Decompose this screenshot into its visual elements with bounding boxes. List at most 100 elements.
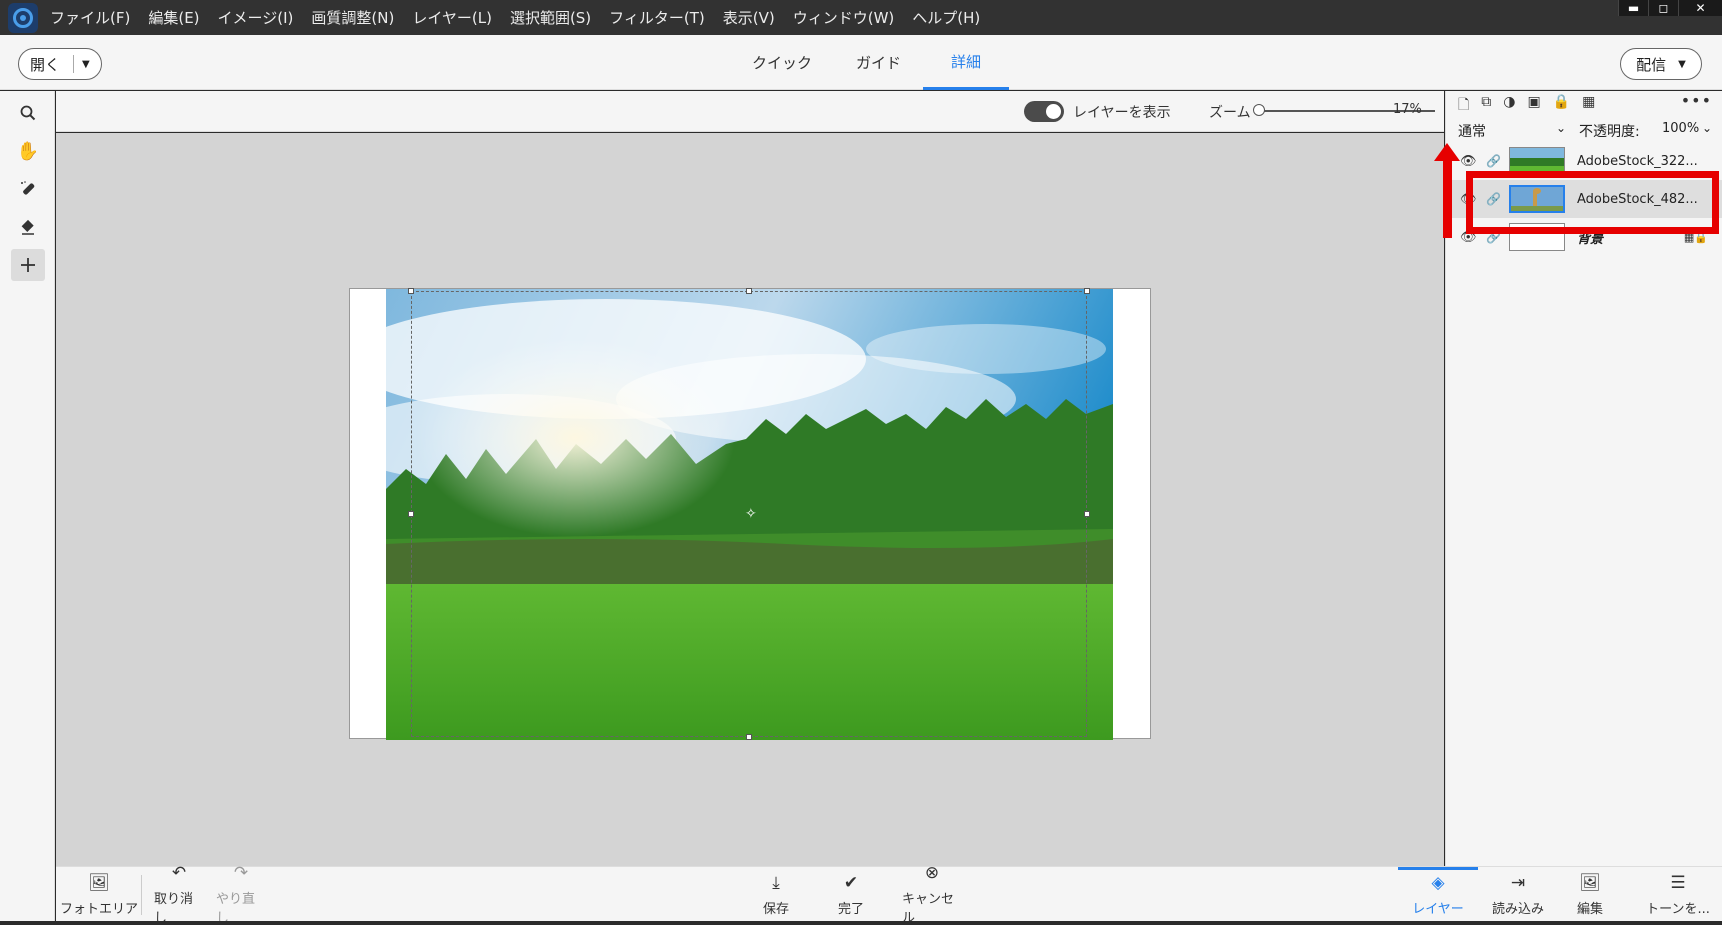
menu-window[interactable]: ウィンドウ(W) bbox=[793, 7, 895, 28]
lock-transparency-icon[interactable]: ▦ bbox=[1582, 94, 1595, 118]
transform-bounding-box[interactable]: ✧ bbox=[408, 288, 1090, 740]
done-label: 完了 bbox=[837, 901, 864, 917]
opacity-value: 100% bbox=[1662, 121, 1700, 136]
transform-handle[interactable] bbox=[408, 288, 414, 294]
close-button[interactable]: ✕ bbox=[1678, 0, 1722, 16]
edit-label: 編集 bbox=[1576, 901, 1603, 917]
menu-file[interactable]: ファイル(F) bbox=[50, 7, 130, 28]
open-dropdown-icon[interactable]: ▼ bbox=[74, 59, 90, 70]
top-toolbar: 開く ▼ クイック ガイド 詳細 配信 ▼ bbox=[0, 35, 1722, 90]
photo-bin-button[interactable]: 🖼 フォトエリア bbox=[60, 867, 138, 922]
spot-healing-tool[interactable] bbox=[11, 173, 45, 205]
blend-mode-select[interactable]: 通常 ⌄ bbox=[1458, 121, 1566, 143]
cancel-button[interactable]: ⊗ キャンセル bbox=[902, 863, 962, 925]
import-button[interactable]: ⇥ 読み込み bbox=[1488, 867, 1548, 922]
tool-options-bar: レイヤーを表示 ズーム 17% bbox=[56, 91, 1444, 132]
import-label: 読み込み bbox=[1491, 901, 1544, 917]
transform-handle[interactable] bbox=[1084, 511, 1090, 517]
tone-label: トーンを... bbox=[1646, 901, 1710, 917]
move-icon bbox=[21, 258, 35, 272]
transform-handle[interactable] bbox=[746, 288, 752, 294]
app-logo-icon bbox=[8, 2, 38, 33]
cancel-icon: ⊗ bbox=[924, 863, 940, 883]
tab-guided[interactable]: ガイド bbox=[834, 35, 923, 90]
hand-tool[interactable]: ✋ bbox=[11, 135, 45, 167]
save-icon: ⤓ bbox=[772, 872, 780, 893]
maximize-button[interactable]: ◻ bbox=[1648, 0, 1678, 16]
zoom-value: 17% bbox=[1393, 102, 1422, 117]
photo-bin-label: フォトエリア bbox=[60, 901, 139, 917]
zoom-icon bbox=[20, 105, 36, 121]
layer-name[interactable]: AdobeStock_322... bbox=[1577, 154, 1698, 169]
undo-icon: ↶ bbox=[171, 863, 187, 883]
menu-edit[interactable]: 編集(E) bbox=[148, 7, 199, 28]
more-options-icon[interactable]: ••• bbox=[1681, 91, 1712, 110]
show-layers-toggle[interactable] bbox=[1024, 101, 1064, 122]
undo-button[interactable]: ↶ 取り消し bbox=[154, 863, 204, 925]
chevron-down-icon: ▼ bbox=[1678, 58, 1686, 70]
zoom-tool[interactable] bbox=[11, 97, 45, 129]
edit-panel-button[interactable]: 🖼 編集 bbox=[1570, 867, 1610, 922]
import-icon: ⇥ bbox=[1510, 872, 1526, 893]
menu-image[interactable]: イメージ(I) bbox=[218, 7, 294, 28]
layer-panel-toolbar: 🗋 ⧉ ◑ ▣ 🔒 ▦ bbox=[1458, 94, 1595, 118]
transform-handle[interactable] bbox=[746, 734, 752, 740]
menu-select[interactable]: 選択範囲(S) bbox=[510, 7, 591, 28]
sliders-icon: ☰ bbox=[1670, 872, 1686, 893]
blend-mode-value: 通常 bbox=[1458, 124, 1486, 140]
annotation-highlight-box bbox=[1466, 171, 1719, 234]
link-icon[interactable]: 🔗 bbox=[1486, 154, 1501, 168]
save-label: 保存 bbox=[762, 901, 789, 917]
bottom-taskbar: 🖼 フォトエリア ↶ 取り消し ↷ やり直し ⤓ 保存 ✔ 完了 ⊗ キャンセル… bbox=[56, 863, 1722, 925]
menu-filter[interactable]: フィルター(T) bbox=[609, 7, 705, 28]
open-button[interactable]: 開く ▼ bbox=[18, 48, 102, 80]
eraser-tool[interactable] bbox=[11, 211, 45, 243]
image-edit-icon: 🖼 bbox=[1579, 872, 1601, 893]
chevron-down-icon: ⌄ bbox=[1701, 121, 1712, 135]
open-button-label: 開く bbox=[30, 55, 61, 74]
tab-expert[interactable]: 詳細 bbox=[923, 35, 1010, 90]
layer-mask-icon[interactable]: ▣ bbox=[1527, 94, 1540, 118]
visibility-eye-icon[interactable]: 👁 bbox=[1460, 154, 1477, 169]
transform-handle[interactable] bbox=[408, 511, 414, 517]
move-tool[interactable] bbox=[11, 249, 45, 281]
menu-layer[interactable]: レイヤー(L) bbox=[412, 7, 492, 28]
menu-help[interactable]: ヘルプ(H) bbox=[912, 7, 980, 28]
menu-bar: ファイル(F) 編集(E) イメージ(I) 画質調整(N) レイヤー(L) 選択… bbox=[0, 0, 1722, 35]
layers-icon: ◈ bbox=[1431, 872, 1445, 893]
transform-handle[interactable] bbox=[1084, 288, 1090, 294]
lock-icon[interactable]: 🔒 bbox=[1553, 94, 1570, 118]
menu-view[interactable]: 表示(V) bbox=[723, 7, 775, 28]
opacity-label: 不透明度: bbox=[1579, 124, 1640, 140]
tab-quick[interactable]: クイック bbox=[730, 35, 834, 90]
mode-tabs: クイック ガイド 詳細 bbox=[730, 35, 1010, 90]
save-button[interactable]: ⤓ 保存 bbox=[756, 867, 796, 922]
opacity-select[interactable]: 100% ⌄ bbox=[1662, 121, 1712, 143]
new-group-icon[interactable]: ⧉ bbox=[1481, 94, 1491, 118]
hand-icon: ✋ bbox=[16, 140, 40, 162]
done-button[interactable]: ✔ 完了 bbox=[831, 867, 871, 922]
bottom-left-corner bbox=[0, 866, 55, 921]
new-layer-icon[interactable]: 🗋 bbox=[1458, 94, 1469, 118]
redo-button[interactable]: ↷ やり直し bbox=[216, 863, 266, 925]
zoom-label: ズーム bbox=[1209, 105, 1251, 121]
menu-enhance[interactable]: 画質調整(N) bbox=[311, 7, 394, 28]
redo-icon: ↷ bbox=[233, 863, 249, 883]
pivot-point-icon[interactable]: ✧ bbox=[745, 506, 757, 522]
healing-brush-icon bbox=[21, 181, 35, 195]
document[interactable]: ✧ bbox=[349, 288, 1151, 740]
show-layers-label: レイヤーを表示 bbox=[1073, 105, 1171, 121]
layers-panel-button[interactable]: ◈ レイヤー bbox=[1398, 867, 1478, 922]
layers-label: レイヤー bbox=[1412, 901, 1464, 917]
eraser-icon bbox=[21, 219, 34, 235]
adjustment-layer-icon[interactable]: ◑ bbox=[1503, 94, 1515, 118]
window-controls: ▬ ◻ ✕ bbox=[1618, 0, 1722, 16]
zoom-slider-handle[interactable] bbox=[1253, 104, 1265, 116]
share-button[interactable]: 配信 ▼ bbox=[1620, 48, 1702, 80]
canvas-area[interactable]: ✧ bbox=[56, 133, 1444, 866]
undo-label: 取り消し bbox=[154, 892, 194, 925]
redo-label: やり直し bbox=[216, 892, 256, 925]
tone-button[interactable]: ☰ トーンを... bbox=[1646, 867, 1710, 922]
chevron-down-icon: ⌄ bbox=[1555, 121, 1566, 135]
minimize-button[interactable]: ▬ bbox=[1618, 0, 1648, 16]
